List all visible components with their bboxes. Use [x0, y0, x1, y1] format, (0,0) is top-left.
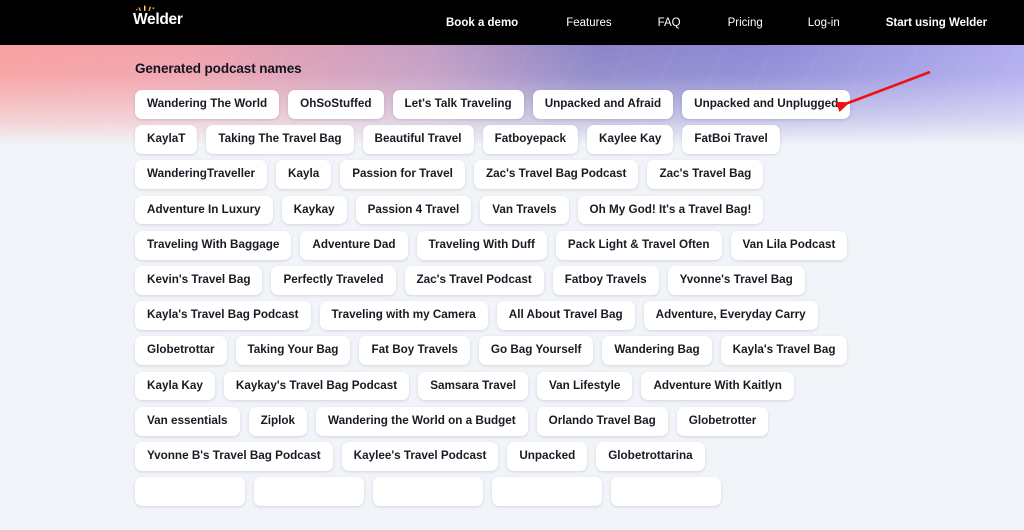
tag-row: Van essentials Ziplok Wandering the World … — [135, 407, 895, 436]
podcast-name-tag[interactable]: Kayla — [276, 160, 331, 189]
podcast-name-tag[interactable]: Adventure With Kaitlyn — [641, 372, 793, 401]
podcast-name-tag[interactable]: Zac's Travel Bag — [647, 160, 763, 189]
tag-row: Yvonne B's Travel Bag Podcast Kaylee's Tr… — [135, 442, 895, 471]
podcast-name-tag[interactable]: Go Bag Yourself — [479, 336, 594, 365]
page-root: Welder Book a demo Features FAQ Pricing … — [0, 0, 1024, 530]
podcast-name-tag[interactable]: Globetrottar — [135, 336, 227, 365]
podcast-name-tag[interactable]: Passion for Travel — [340, 160, 465, 189]
tag-row: Adventure In Luxury Kaykay Passion 4 Trave… — [135, 196, 895, 225]
podcast-name-tag[interactable]: Kayla's Travel Bag — [721, 336, 848, 365]
podcast-name-tag[interactable]: Orlando Travel Bag — [537, 407, 668, 436]
podcast-name-tag[interactable]: FatBoi Travel — [682, 125, 779, 154]
spark-icon — [136, 5, 158, 12]
podcast-name-tag[interactable]: Kaylee Kay — [587, 125, 673, 154]
podcast-name-tag[interactable]: Adventure Dad — [300, 231, 407, 260]
podcast-name-tag[interactable]: Zac's Travel Bag Podcast — [474, 160, 639, 189]
podcast-name-tag[interactable]: Yvonne B's Travel Bag Podcast — [135, 442, 333, 471]
podcast-name-tag[interactable]: Yvonne's Travel Bag — [668, 266, 805, 295]
podcast-name-tag[interactable]: Kaylee's Travel Podcast — [342, 442, 499, 471]
logo-text: Welder — [133, 11, 183, 28]
podcast-name-tag[interactable] — [373, 477, 483, 506]
podcast-name-tag[interactable] — [254, 477, 364, 506]
tag-row: Globetrottar Taking Your Bag Fat Boy Trave… — [135, 336, 895, 365]
podcast-name-tag[interactable]: Ziplok — [249, 407, 307, 436]
podcast-name-tag[interactable]: Traveling with my Camera — [320, 301, 488, 330]
podcast-name-tag[interactable]: Kaykay's Travel Bag Podcast — [224, 372, 409, 401]
podcast-name-tag[interactable]: OhSoStuffed — [288, 90, 383, 119]
podcast-name-tag[interactable] — [135, 477, 245, 506]
podcast-name-tag[interactable]: Wandering The World — [135, 90, 279, 119]
nav-links: Book a demo Features FAQ Pricing Log-in … — [446, 0, 987, 45]
page-title: Generated podcast names — [135, 61, 302, 76]
main-content: Generated podcast names Wandering The Wo… — [0, 45, 1024, 530]
tag-row: KaylaT Taking The Travel Bag Beautiful Tra… — [135, 125, 895, 154]
podcast-name-tag[interactable]: Wandering Bag — [602, 336, 711, 365]
podcast-name-tag[interactable]: Perfectly Traveled — [271, 266, 395, 295]
tag-row: Traveling With Baggage Adventure Dad Trave… — [135, 231, 895, 260]
nav-link-book-a-demo[interactable]: Book a demo — [446, 17, 518, 29]
podcast-name-tag[interactable]: Traveling With Baggage — [135, 231, 291, 260]
podcast-name-tag[interactable]: All About Travel Bag — [497, 301, 635, 330]
nav-link-log-in[interactable]: Log-in — [808, 17, 840, 29]
podcast-name-tag[interactable]: Traveling With Duff — [417, 231, 547, 260]
podcast-name-tag[interactable]: Fat Boy Travels — [359, 336, 469, 365]
podcast-name-tag[interactable]: Kevin's Travel Bag — [135, 266, 262, 295]
podcast-name-tag[interactable]: Kaykay — [282, 196, 347, 225]
tag-row: Kayla's Travel Bag Podcast Traveling with… — [135, 301, 895, 330]
tag-row — [135, 477, 895, 506]
tag-row: Wandering The World OhSoStuffed Let's Talk… — [135, 90, 895, 119]
podcast-name-tag[interactable]: Adventure, Everyday Carry — [644, 301, 818, 330]
podcast-name-tag[interactable]: Wandering the World on a Budget — [316, 407, 528, 436]
podcast-name-tag[interactable]: Taking Your Bag — [236, 336, 351, 365]
nav-link-pricing[interactable]: Pricing — [728, 17, 763, 29]
generated-names-list: Wandering The World OhSoStuffed Let's Talk… — [135, 90, 895, 512]
podcast-name-tag[interactable]: Oh My God! It's a Travel Bag! — [578, 196, 764, 225]
podcast-name-tag[interactable]: Globetrottarina — [596, 442, 704, 471]
podcast-name-tag[interactable]: Let's Talk Traveling — [393, 90, 524, 119]
podcast-name-tag[interactable]: Beautiful Travel — [363, 125, 474, 154]
podcast-name-tag[interactable] — [611, 477, 721, 506]
nav-link-features[interactable]: Features — [566, 17, 611, 29]
podcast-name-tag[interactable]: Kayla's Travel Bag Podcast — [135, 301, 311, 330]
podcast-name-tag[interactable]: Samsara Travel — [418, 372, 528, 401]
podcast-name-tag[interactable]: Taking The Travel Bag — [206, 125, 353, 154]
podcast-name-tag[interactable] — [492, 477, 602, 506]
podcast-name-tag[interactable]: Fatboyepack — [483, 125, 578, 154]
podcast-name-tag[interactable]: Unpacked — [507, 442, 587, 471]
podcast-name-tag[interactable]: Adventure In Luxury — [135, 196, 273, 225]
podcast-name-tag[interactable]: Unpacked and Afraid — [533, 90, 673, 119]
welder-logo[interactable]: Welder — [133, 11, 183, 28]
podcast-name-tag[interactable]: WanderingTraveller — [135, 160, 267, 189]
nav-link-faq[interactable]: FAQ — [658, 17, 681, 29]
podcast-name-tag[interactable]: Kayla Kay — [135, 372, 215, 401]
podcast-name-tag[interactable]: Van Lila Podcast — [731, 231, 848, 260]
podcast-name-tag[interactable]: Van Travels — [480, 196, 568, 225]
podcast-name-tag[interactable]: Unpacked and Unplugged — [682, 90, 850, 119]
podcast-name-tag[interactable]: Fatboy Travels — [553, 266, 659, 295]
podcast-name-tag[interactable]: Van Lifestyle — [537, 372, 632, 401]
podcast-name-tag[interactable]: Zac's Travel Podcast — [405, 266, 544, 295]
tag-row: Kevin's Travel Bag Perfectly Traveled Zac'… — [135, 266, 895, 295]
tag-row: Kayla Kay Kaykay's Travel Bag Podcast Sams… — [135, 372, 895, 401]
podcast-name-tag[interactable]: Globetrotter — [677, 407, 769, 436]
podcast-name-tag[interactable]: KaylaT — [135, 125, 197, 154]
tag-row: WanderingTraveller Kayla Passion for Trave… — [135, 160, 895, 189]
podcast-name-tag[interactable]: Van essentials — [135, 407, 240, 436]
nav-link-start-using-welder[interactable]: Start using Welder — [886, 17, 987, 29]
podcast-name-tag[interactable]: Passion 4 Travel — [356, 196, 472, 225]
top-navigation-bar: Welder Book a demo Features FAQ Pricing … — [0, 0, 1024, 45]
podcast-name-tag[interactable]: Pack Light & Travel Often — [556, 231, 722, 260]
